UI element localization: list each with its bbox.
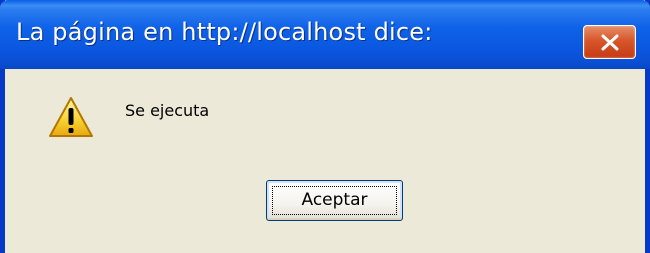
- close-button[interactable]: [583, 25, 636, 59]
- ok-button-label: Aceptar: [301, 190, 368, 210]
- title-bar[interactable]: La página en http://localhost dice:: [0, 0, 650, 69]
- warning-icon: [49, 97, 93, 137]
- ok-button[interactable]: Aceptar: [266, 180, 403, 221]
- dialog-body: Se ejecuta Aceptar: [5, 69, 645, 253]
- dialog-message: Se ejecuta: [125, 101, 210, 120]
- dialog-title: La página en http://localhost dice:: [16, 18, 433, 46]
- alert-dialog: La página en http://localhost dice: Se e…: [0, 0, 650, 253]
- close-icon: [601, 34, 619, 51]
